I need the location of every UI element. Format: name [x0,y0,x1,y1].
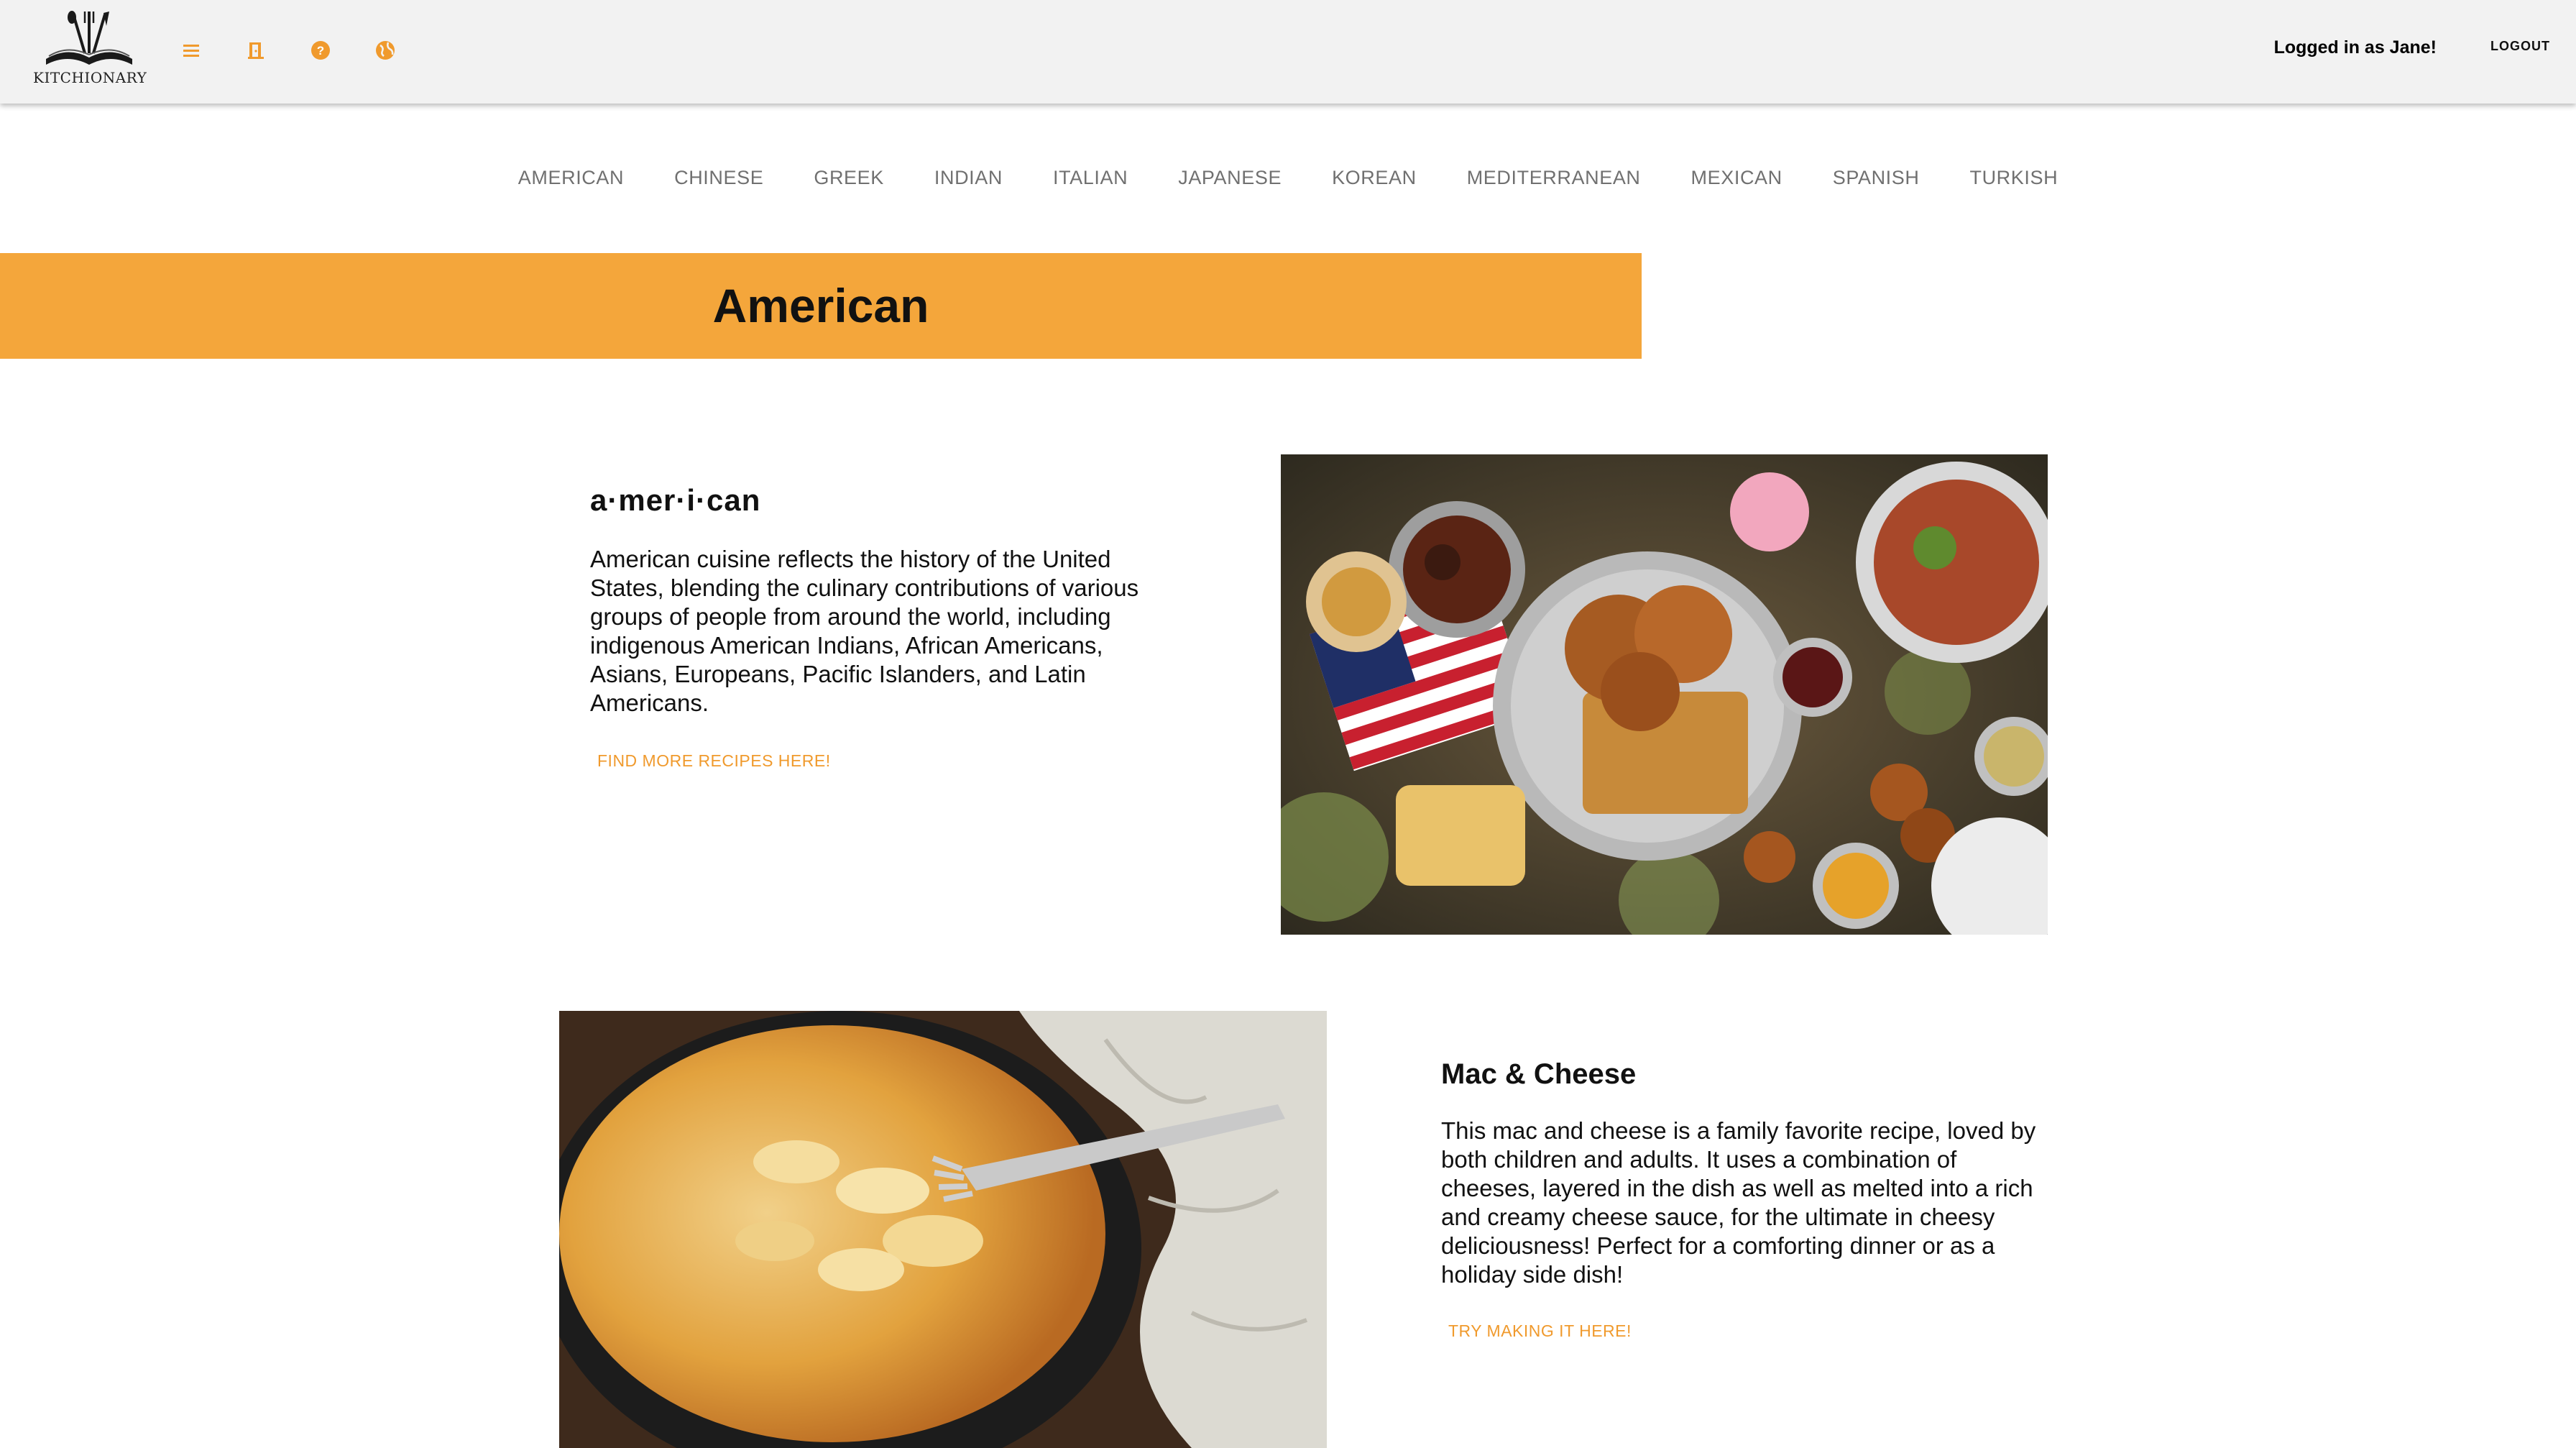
try-recipe-link[interactable]: TRY MAKING IT HERE! [1448,1321,1632,1341]
logo-text: KITCHIONARY [33,69,147,86]
svg-text:?: ? [317,44,324,58]
nav-item-american[interactable]: AMERICAN [518,160,624,196]
door-icon[interactable] [242,36,270,65]
nav-item-japanese[interactable]: JAPANESE [1178,160,1282,196]
nav-item-italian[interactable]: ITALIAN [1053,160,1128,196]
help-icon[interactable]: ? [306,36,335,65]
cuisine-title: American [712,279,929,332]
nav-item-mexican[interactable]: MEXICAN [1691,160,1782,196]
top-bar: KITCHIONARY ? Logged in as Jane! LOGOUT [0,0,2576,104]
book-utensils-logo-icon [46,11,132,65]
cuisine-pronunciation: a·mer·i·can [590,483,761,517]
recipe-description: This mac and cheese is a family favorite… [1441,1117,2036,1288]
american-food-spread-image [1281,454,2048,935]
mac-and-cheese-image [559,1011,1327,1448]
recipe-title: Mac & Cheese [1441,1058,1637,1090]
cuisine-nav: AMERICAN CHINESE GREEK INDIAN ITALIAN JAPANES… [0,160,2576,196]
nav-item-spanish[interactable]: SPANISH [1833,160,1920,196]
cuisine-banner: American [0,253,1642,359]
cuisine-description: American cuisine reflects the history of… [590,546,1139,716]
logged-in-user-label: Logged in as Jane! [2273,37,2437,58]
nav-item-korean[interactable]: KOREAN [1332,160,1417,196]
nav-item-greek[interactable]: GREEK [814,160,884,196]
find-more-recipes-link[interactable]: FIND MORE RECIPES HERE! [597,751,831,771]
kitchionary-logo[interactable]: KITCHIONARY [32,9,147,88]
logout-button[interactable]: LOGOUT [2490,39,2550,54]
globe-icon[interactable] [371,36,400,65]
nav-item-mediterranean[interactable]: MEDITERRANEAN [1467,160,1641,196]
menu-icon[interactable] [177,36,206,65]
nav-item-chinese[interactable]: CHINESE [674,160,763,196]
nav-item-indian[interactable]: INDIAN [934,160,1003,196]
nav-item-turkish[interactable]: TURKISH [1969,160,2058,196]
